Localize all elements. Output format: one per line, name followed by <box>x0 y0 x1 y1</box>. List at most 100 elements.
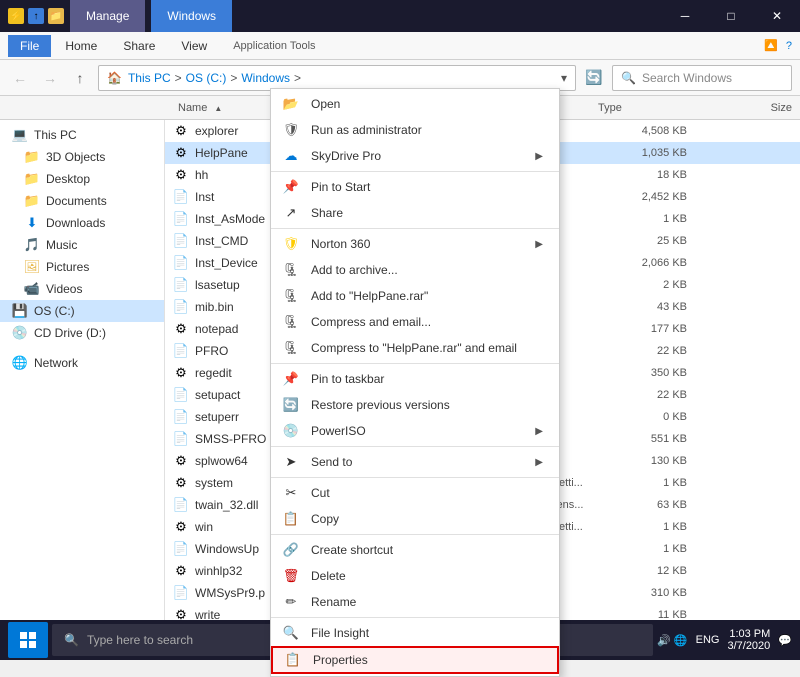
context-menu-label: Copy <box>311 512 339 526</box>
context-menu-item[interactable]: ✏Rename <box>271 589 559 615</box>
context-menu-label: Add to archive... <box>311 263 398 277</box>
sidebar-label-desktop: Desktop <box>46 172 90 186</box>
context-menu-item[interactable]: 📌Pin to taskbar <box>271 366 559 392</box>
sidebar-item-videos[interactable]: 📹 Videos <box>0 278 164 300</box>
context-menu-item[interactable]: 🔍 File Insight <box>271 620 559 646</box>
rename-icon: ✏ <box>281 592 301 612</box>
norton-icon: 🛡 <box>281 234 301 254</box>
context-menu-item[interactable]: ↗ Share <box>271 200 559 226</box>
context-menu-label: Share <box>311 206 343 220</box>
sidebar-item-documents[interactable]: 📁 Documents <box>0 190 164 212</box>
context-menu-label: Norton 360 <box>311 237 370 251</box>
archive-icon: 🗜 <box>281 260 301 280</box>
folder-3dobjects-icon: 📁 <box>24 149 40 165</box>
context-menu-item[interactable]: 📋Properties <box>271 646 559 674</box>
help-btn[interactable]: ? <box>786 40 792 52</box>
search-box[interactable]: 🔍 Search Windows <box>612 65 792 91</box>
file-size: 350 KB <box>615 367 695 379</box>
path-osc[interactable]: OS (C:) <box>186 71 227 85</box>
context-menu-item[interactable]: ✂Cut <box>271 480 559 506</box>
sidebar-item-3dobjects[interactable]: 📁 3D Objects <box>0 146 164 168</box>
context-menu-label: File Insight <box>311 626 369 640</box>
context-menu-item[interactable]: ➤Send to▶ <box>271 449 559 475</box>
file-size: 0 KB <box>615 411 695 423</box>
file-icon: ⚙ <box>173 167 189 183</box>
sidebar-item-thispc[interactable]: 💻 This PC <box>0 124 164 146</box>
path-thispc[interactable]: This PC <box>128 71 171 85</box>
file-icon: ⚙ <box>173 365 189 381</box>
folder-nav-icon[interactable]: ↑ <box>28 8 44 24</box>
path-windows[interactable]: Windows <box>241 71 290 85</box>
sidebar-label-osc: OS (C:) <box>34 304 75 318</box>
file-size: 1 KB <box>615 543 695 555</box>
tab-application-tools[interactable]: Application Tools <box>221 36 327 56</box>
file-icon: 📄 <box>173 211 189 227</box>
sidebar-label-downloads: Downloads <box>46 216 105 230</box>
notification-icon[interactable]: 💬 <box>778 634 792 647</box>
file-icon: ⚙ <box>173 563 189 579</box>
sidebar-item-music[interactable]: 🎵 Music <box>0 234 164 256</box>
col-header-type[interactable]: Type <box>590 102 720 114</box>
restore-icon: 🔄 <box>281 395 301 415</box>
sidebar-label-videos: Videos <box>46 282 82 296</box>
forward-button[interactable]: → <box>38 66 62 90</box>
sidebar-item-desktop[interactable]: 📁 Desktop <box>0 168 164 190</box>
file-icon: 📄 <box>173 541 189 557</box>
windows-tab[interactable]: Windows <box>151 0 232 32</box>
tab-home[interactable]: Home <box>53 35 109 57</box>
context-menu-item[interactable]: 🛡Run as administrator <box>271 117 559 143</box>
context-menu-item[interactable]: 🛡 Norton 360 ▶ <box>271 231 559 257</box>
context-menu-item[interactable]: 🗜 Add to archive... <box>271 257 559 283</box>
sidebar-item-pictures[interactable]: 🖼 Pictures <box>0 256 164 278</box>
refresh-button[interactable]: 🔄 <box>582 66 606 90</box>
submenu-arrow-icon: ▶ <box>535 239 543 250</box>
context-menu-item[interactable]: 🗜Compress to "HelpPane.rar" and email <box>271 335 559 361</box>
col-header-size[interactable]: Size <box>720 102 800 114</box>
maximize-button[interactable]: □ <box>708 0 754 32</box>
submenu-arrow-icon: ▶ <box>535 151 543 162</box>
context-menu-item[interactable]: 💿PowerISO▶ <box>271 418 559 444</box>
context-menu-item[interactable]: 🔄Restore previous versions <box>271 392 559 418</box>
file-size: 551 KB <box>615 433 695 445</box>
file-size: 43 KB <box>615 301 695 313</box>
sidebar-item-network[interactable]: 🌐 Network <box>0 352 164 374</box>
back-button[interactable]: ← <box>8 66 32 90</box>
share-icon: ↗ <box>281 203 301 223</box>
context-menu-label: Cut <box>311 486 330 500</box>
file-icon: ⚙ <box>173 145 189 161</box>
context-menu-item[interactable]: 🔗Create shortcut <box>271 537 559 563</box>
tray-icons: 🔊 🌐 <box>657 634 687 647</box>
context-menu-label: Pin to Start <box>311 180 370 194</box>
title-bar-left: ⚡ ↑ 📁 Manage Windows <box>8 0 232 32</box>
tab-share[interactable]: Share <box>111 35 167 57</box>
insight-icon: 🔍 <box>281 623 301 643</box>
tab-view[interactable]: View <box>169 35 219 57</box>
drive-osc-icon: 💾 <box>12 303 28 319</box>
tab-file[interactable]: File <box>8 35 51 57</box>
context-menu-item[interactable]: 📋Copy <box>271 506 559 532</box>
close-button[interactable]: ✕ <box>754 0 800 32</box>
taskbar-search-icon: 🔍 <box>64 633 79 647</box>
quick-access-icon[interactable]: ⚡ <box>8 8 24 24</box>
sidebar-item-downloads[interactable]: ⬇ Downloads <box>0 212 164 234</box>
file-size: 2,452 KB <box>615 191 695 203</box>
context-menu-item[interactable]: 📌Pin to Start <box>271 174 559 200</box>
context-menu-item[interactable]: ☁SkyDrive Pro▶ <box>271 143 559 169</box>
archive-icon: 🗜 <box>281 312 301 332</box>
context-menu-item[interactable]: 📂Open <box>271 91 559 117</box>
file-size: 12 KB <box>615 565 695 577</box>
context-menu-item[interactable]: 🗑Delete <box>271 563 559 589</box>
path-dropdown-btn[interactable]: ▾ <box>561 71 567 85</box>
ribbon-collapse-btn[interactable]: 🔼 <box>764 39 778 52</box>
start-button[interactable] <box>8 622 48 658</box>
file-size: 25 KB <box>615 235 695 247</box>
title-controls: ─ □ ✕ <box>662 0 800 32</box>
address-path[interactable]: 🏠 This PC > OS (C:) > Windows > ▾ <box>98 65 576 91</box>
sidebar-item-cddrive[interactable]: 💿 CD Drive (D:) <box>0 322 164 344</box>
up-button[interactable]: ↑ <box>68 66 92 90</box>
context-menu-item[interactable]: 🗜Compress and email... <box>271 309 559 335</box>
context-menu-item[interactable]: 🗜Add to "HelpPane.rar" <box>271 283 559 309</box>
minimize-button[interactable]: ─ <box>662 0 708 32</box>
manage-tab[interactable]: Manage <box>70 0 145 32</box>
sidebar-item-osc[interactable]: 💾 OS (C:) <box>0 300 164 322</box>
